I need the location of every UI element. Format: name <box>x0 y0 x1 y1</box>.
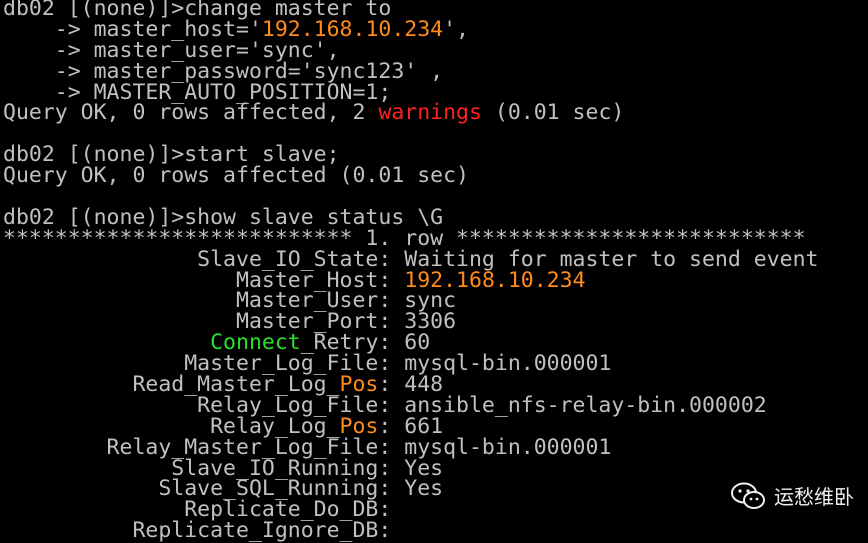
terminal-line: Query OK, 0 rows affected (0.01 sec) <box>3 163 868 189</box>
terminal-text: Query OK, 0 rows affected (0.01 sec) <box>3 163 469 189</box>
highlighted-text: warnings <box>378 100 482 126</box>
watermark-text: 运愁维卧 <box>774 485 854 509</box>
terminal-line: Replicate_Ignore_DB: <box>3 518 868 543</box>
watermark: 运愁维卧 <box>730 481 854 510</box>
terminal-text: ', <box>443 16 469 42</box>
wechat-icon <box>731 482 765 509</box>
terminal-text: Replicate_Ignore_DB: <box>3 518 392 543</box>
terminal-output[interactable]: db02 [(none)]>change master to -> master… <box>3 0 868 542</box>
terminal-text: (0.01 sec) <box>481 100 625 126</box>
terminal-line: Query OK, 0 rows affected, 2 warnings (0… <box>3 100 868 126</box>
terminal-text: Query OK, 0 rows affected, 2 <box>3 100 379 126</box>
